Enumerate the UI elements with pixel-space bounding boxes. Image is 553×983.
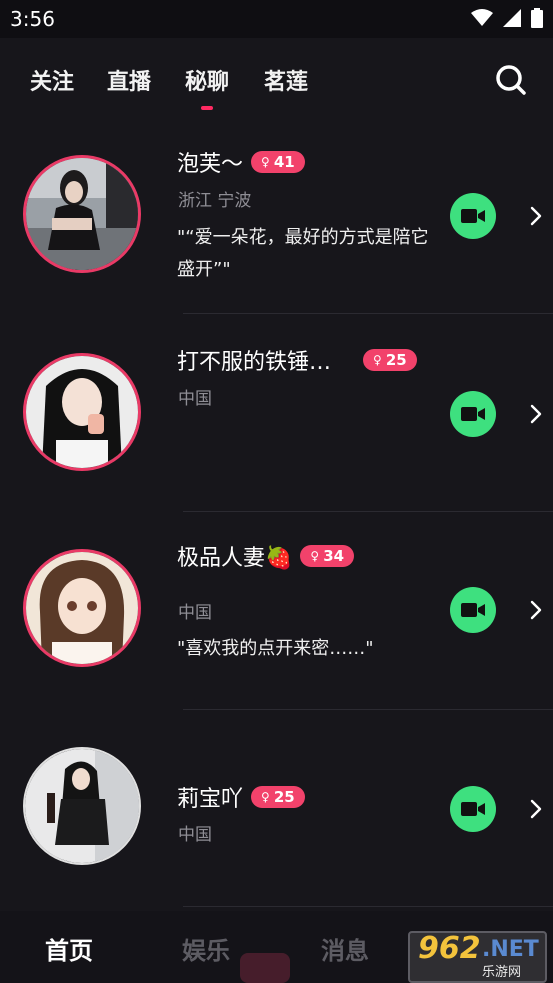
female-icon: ♀ (261, 790, 270, 804)
signal-icon (503, 9, 521, 27)
video-camera-icon (461, 802, 485, 816)
tab-minglian[interactable]: 茗莲 (264, 64, 308, 96)
chevron-right-icon[interactable] (526, 799, 546, 819)
tab-private-chat[interactable]: 秘聊 (185, 64, 229, 96)
avatar[interactable] (23, 549, 141, 667)
list-item[interactable]: 泡芙～ ♀ 41 浙江 宁波 "“爱一朵花，最好的方式是陪它盛开”" (0, 116, 553, 314)
age-value: 34 (323, 547, 345, 565)
video-call-button[interactable] (450, 587, 496, 633)
watermark-number: 962 (418, 931, 481, 966)
avatar[interactable] (23, 747, 141, 865)
user-location: 中国 (178, 603, 212, 623)
user-location: 中国 (178, 825, 212, 845)
age-badge: ♀ 25 (251, 786, 305, 808)
center-tab-button[interactable] (240, 953, 290, 983)
battery-icon (531, 8, 543, 28)
bottom-tab-bar: 首页 娱乐 消息 962 .NET 乐游网 (0, 911, 553, 983)
user-location: 浙江 宁波 (178, 191, 252, 211)
age-value: 25 (273, 788, 295, 806)
name-line: 打不服的铁锤… ♀ 25 (177, 344, 417, 376)
avatar[interactable] (23, 353, 141, 471)
name-line: 莉宝吖 ♀ 25 (177, 781, 305, 813)
user-location: 中国 (178, 389, 212, 409)
user-name: 极品人妻🍓 (177, 546, 293, 571)
list-item[interactable]: 打不服的铁锤… ♀ 25 中国 (0, 314, 553, 512)
avatar[interactable] (23, 155, 141, 273)
status-icons (471, 8, 543, 28)
user-quote: "“爱一朵花，最好的方式是陪它盛开”" (177, 227, 429, 280)
tab-follow[interactable]: 关注 (30, 64, 74, 96)
female-icon: ♀ (261, 155, 270, 169)
bottom-tab-home[interactable]: 首页 (45, 931, 93, 966)
chevron-right-icon[interactable] (526, 206, 546, 226)
user-name: 莉宝吖 (177, 787, 244, 812)
user-name: 打不服的铁锤… (177, 350, 332, 375)
user-name: 泡芙～ (177, 152, 244, 177)
wifi-icon (471, 9, 493, 26)
chevron-right-icon[interactable] (526, 404, 546, 424)
video-camera-icon (461, 407, 485, 421)
watermark-net: .NET (482, 937, 539, 962)
status-bar: 3:56 (0, 0, 553, 38)
age-badge: ♀ 41 (251, 151, 305, 173)
female-icon: ♀ (310, 549, 320, 563)
user-quote: "喜欢我的点开来密……" (177, 638, 374, 659)
chevron-right-icon[interactable] (526, 600, 546, 620)
age-badge: ♀ 34 (300, 545, 355, 567)
name-line: 泡芙～ ♀ 41 (177, 146, 305, 178)
video-call-button[interactable] (450, 193, 496, 239)
divider (183, 906, 553, 907)
video-call-button[interactable] (450, 786, 496, 832)
bottom-tab-entertainment[interactable]: 娱乐 (182, 931, 230, 966)
watermark-logo: 962 .NET 乐游网 (408, 931, 547, 983)
watermark-sub: 乐游网 (482, 965, 522, 980)
video-call-button[interactable] (450, 391, 496, 437)
bottom-tab-messages[interactable]: 消息 (321, 931, 369, 966)
video-camera-icon (461, 603, 485, 617)
age-value: 41 (273, 153, 295, 171)
video-camera-icon (461, 209, 485, 223)
list-item[interactable]: 极品人妻🍓 ♀ 34 中国 "喜欢我的点开来密……" (0, 512, 553, 710)
search-icon[interactable] (495, 64, 527, 96)
status-time: 3:56 (10, 7, 55, 31)
age-badge: ♀ 25 (363, 349, 417, 371)
top-tab-bar: 关注 直播 秘聊 茗莲 (0, 38, 553, 116)
female-icon: ♀ (373, 353, 382, 367)
age-value: 25 (385, 351, 407, 369)
tab-live[interactable]: 直播 (107, 64, 151, 96)
name-line: 极品人妻🍓 ♀ 34 (177, 540, 355, 572)
